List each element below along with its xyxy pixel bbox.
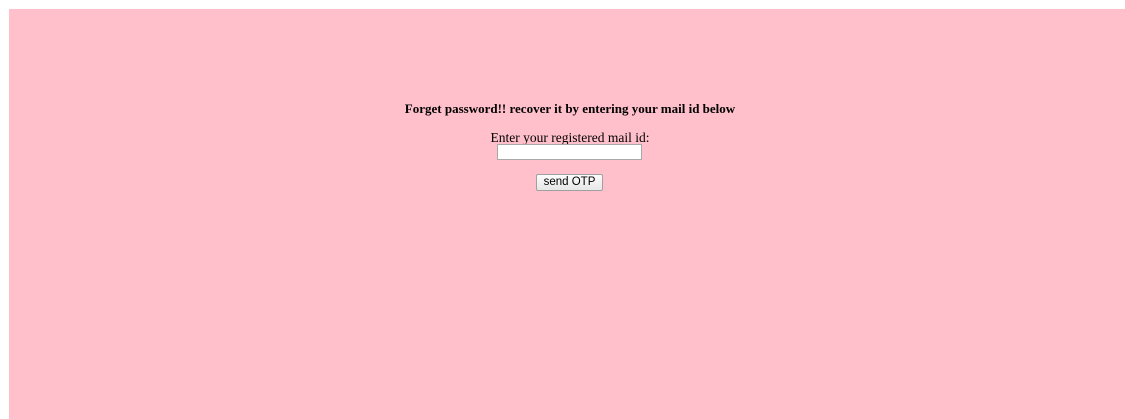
email-input[interactable] xyxy=(497,144,642,160)
forgot-password-page: Forget password!! recover it by entering… xyxy=(9,9,1125,419)
page-heading: Forget password!! recover it by entering… xyxy=(404,101,736,116)
send-otp-button[interactable]: send OTP xyxy=(536,174,603,191)
